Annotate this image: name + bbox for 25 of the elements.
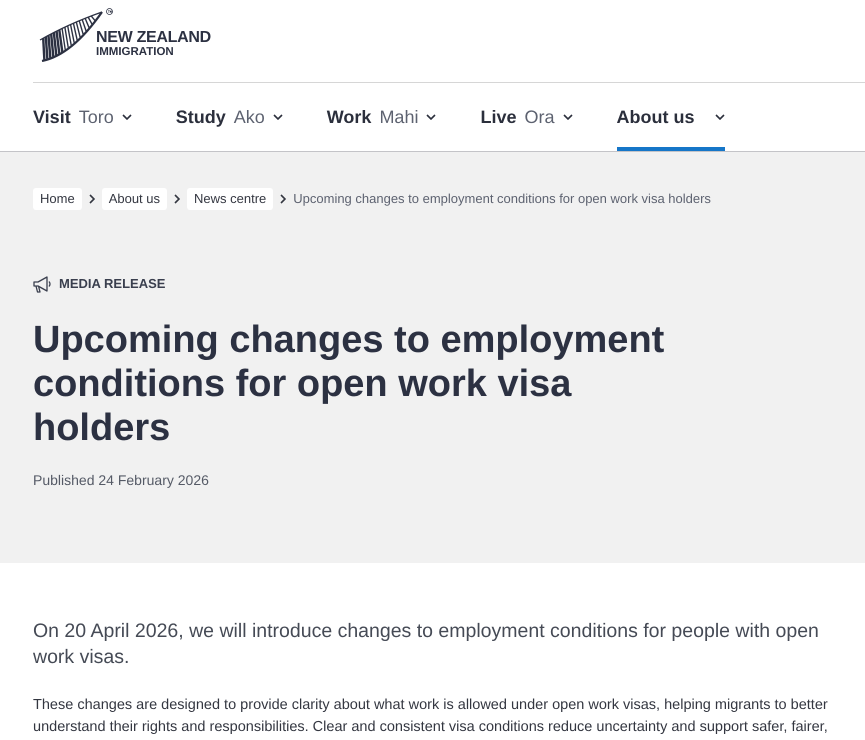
lead-paragraph: On 20 April 2026, we will introduce changes to employment conditions for people with open work visas. — [33, 619, 820, 670]
chevron-down-icon — [714, 114, 724, 120]
nav-menu-button[interactable]: Visit Toro — [33, 83, 132, 151]
nav-menu-button[interactable]: Work Mahi — [326, 83, 436, 151]
megaphone-icon — [33, 276, 52, 292]
chevron-right-icon — [88, 194, 95, 204]
trademark-icon — [106, 8, 113, 15]
body-paragraph: These changes are designed to provide clarity about what work is allowed under open work visas, helping migrants to better understand their rights and responsibilities. Clear and consistent visa conditions reduce uncertainty and support safer, fairer, — [33, 696, 828, 737]
published-date: Published 24 February 2026 — [33, 471, 209, 490]
chevron-down-icon — [562, 114, 572, 120]
article-title: Upcoming changes to employment conditions for open work visa holders — [33, 318, 666, 450]
logo-title: NEW ZEALAND — [96, 30, 211, 46]
breadcrumb-link[interactable]: About us — [102, 188, 168, 210]
chevron-down-icon — [122, 114, 132, 120]
breadcrumb-current: Upcoming changes to employment conditions for open work visa holders — [293, 190, 711, 208]
breadcrumb-link[interactable]: News centre — [187, 188, 274, 210]
logo-subtitle: IMMIGRATION — [96, 46, 175, 59]
nav-menu-button[interactable]: Study Ako — [176, 83, 283, 151]
chevron-down-icon — [272, 114, 283, 120]
breadcrumb-link[interactable]: Home — [33, 188, 82, 210]
chevron-right-icon — [280, 194, 286, 204]
chevron-down-icon — [426, 114, 436, 120]
nav-menu-button[interactable]: Live Ora — [480, 83, 572, 151]
category-label: MEDIA RELEASE — [59, 275, 166, 294]
chevron-right-icon — [174, 194, 180, 204]
